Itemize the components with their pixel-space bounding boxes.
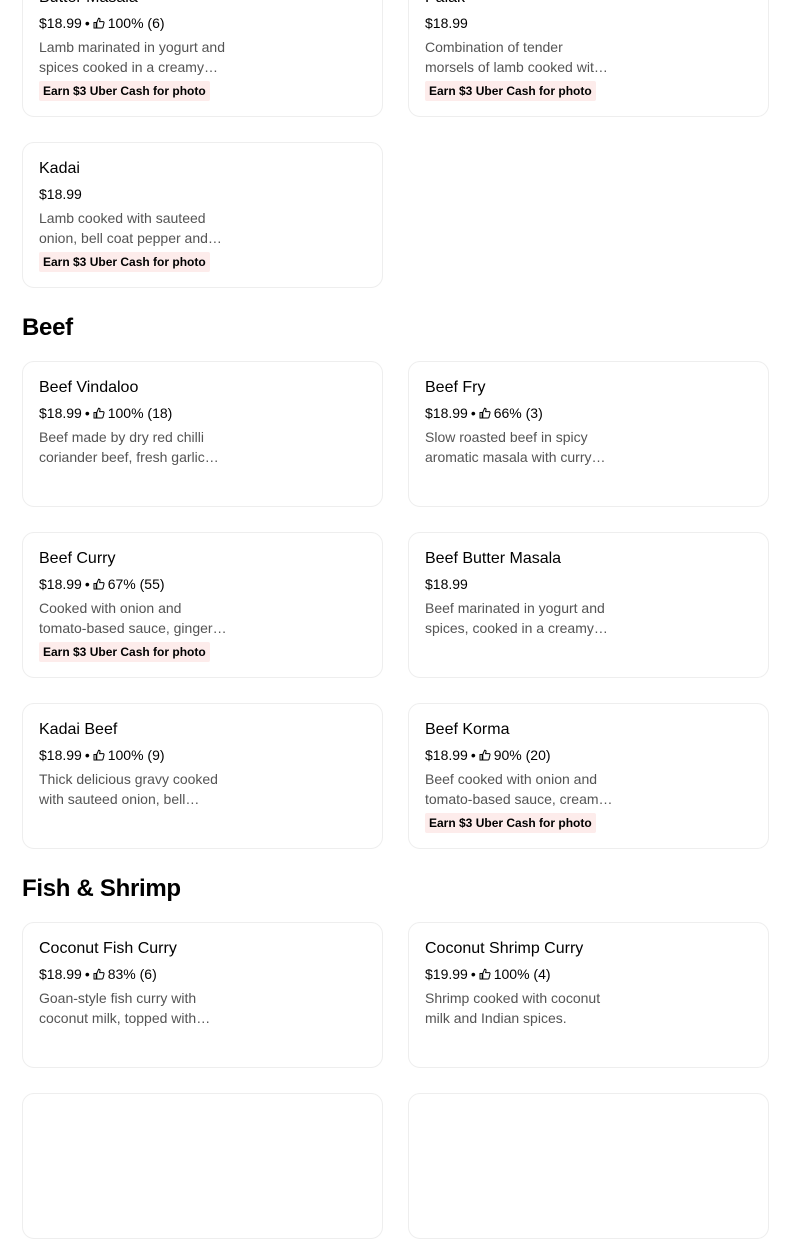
uber-cash-promo-badge: Earn $3 Uber Cash for photo bbox=[425, 813, 596, 833]
item-price: $18.99 bbox=[39, 405, 82, 421]
item-meta: $18.99 • 66% (3) bbox=[425, 404, 543, 422]
item-rating: 67% (55) bbox=[107, 576, 165, 592]
thumbs-up-icon bbox=[93, 578, 105, 590]
item-description: Beef cooked with onion and tomato-based … bbox=[425, 771, 599, 807]
thumbs-up-icon bbox=[93, 749, 105, 761]
item-meta: $18.99 • 90% (20) bbox=[425, 746, 551, 764]
section-title-beef: Beef bbox=[22, 314, 73, 341]
item-rating: 100% (4) bbox=[493, 966, 551, 982]
thumbs-up-icon bbox=[479, 968, 491, 980]
item-description: Combination of tender morsels of lamb co… bbox=[425, 39, 602, 75]
item-rating: 100% (9) bbox=[107, 747, 165, 763]
item-name: Kadai Beef bbox=[39, 721, 118, 738]
menu-item-card[interactable]: Beef Curry $18.99 • 67% (55) Cooked with… bbox=[22, 532, 383, 678]
item-description: Slow roasted beef in spicy aromatic masa… bbox=[425, 429, 592, 465]
item-meta: $18.99 • 83% (6) bbox=[39, 965, 157, 983]
item-meta: $18.99 bbox=[39, 185, 82, 203]
item-name: Beef Korma bbox=[425, 721, 510, 738]
item-price: $18.99 bbox=[425, 15, 468, 31]
separator-dot: • bbox=[84, 747, 90, 763]
item-rating: 83% (6) bbox=[107, 966, 157, 982]
item-name: Beef Butter Masala bbox=[425, 550, 562, 567]
item-description: Goan-style fish curry with coconut milk,… bbox=[39, 990, 197, 1026]
item-meta: $18.99 bbox=[425, 575, 468, 593]
item-description: Thick delicious gravy cooked with sautee… bbox=[39, 771, 218, 807]
item-name: Beef Vindaloo bbox=[39, 379, 139, 396]
item-description: Beef made by dry red chilli coriander be… bbox=[39, 429, 205, 465]
item-price: $18.99 bbox=[425, 747, 468, 763]
item-name: Kadai bbox=[39, 160, 80, 177]
item-name: Coconut Shrimp Curry bbox=[425, 940, 584, 957]
item-price: $18.99 bbox=[39, 186, 82, 202]
thumbs-up-icon bbox=[479, 749, 491, 761]
separator-dot: • bbox=[84, 405, 90, 421]
item-rating: 100% (6) bbox=[107, 15, 165, 31]
menu-item-card[interactable]: Coconut Shrimp Curry $19.99 • 100% (4) S… bbox=[408, 922, 769, 1068]
thumbs-up-icon bbox=[93, 17, 105, 29]
item-price: $18.99 bbox=[39, 747, 82, 763]
item-description: Beef marinated in yogurt and spices, coo… bbox=[425, 600, 605, 636]
section-title-fish-shrimp: Fish & Shrimp bbox=[22, 875, 181, 902]
thumbs-up-icon bbox=[93, 407, 105, 419]
thumbs-up-icon bbox=[479, 407, 491, 419]
item-meta: $18.99 • 67% (55) bbox=[39, 575, 165, 593]
menu-item-card[interactable]: Palak $18.99 Combination of tender morse… bbox=[408, 0, 769, 117]
menu-item-card[interactable]: Beef Fry $18.99 • 66% (3) Slow roasted b… bbox=[408, 361, 769, 507]
item-rating: 100% (18) bbox=[107, 405, 173, 421]
item-meta: $18.99 • 100% (18) bbox=[39, 404, 172, 422]
menu-item-card[interactable] bbox=[22, 1093, 383, 1239]
uber-cash-promo-badge: Earn $3 Uber Cash for photo bbox=[39, 252, 210, 272]
separator-dot: • bbox=[470, 747, 476, 763]
menu-item-card[interactable]: Butter Masala $18.99 • 100% (6) Lamb mar… bbox=[22, 0, 383, 117]
separator-dot: • bbox=[84, 15, 90, 31]
item-description: Cooked with onion and tomato-based sauce… bbox=[39, 600, 213, 636]
menu-item-card[interactable]: Beef Butter Masala $18.99 Beef marinated… bbox=[408, 532, 769, 678]
item-price: $19.99 bbox=[425, 966, 468, 982]
item-meta: $19.99 • 100% (4) bbox=[425, 965, 551, 983]
item-name: Palak bbox=[425, 0, 465, 8]
item-price: $18.99 bbox=[39, 966, 82, 982]
menu-item-card[interactable]: Beef Vindaloo $18.99 • 100% (18) Beef ma… bbox=[22, 361, 383, 507]
uber-cash-promo-badge: Earn $3 Uber Cash for photo bbox=[425, 81, 596, 101]
item-name: Butter Masala bbox=[39, 0, 138, 8]
item-name: Beef Curry bbox=[39, 550, 116, 567]
item-name: Coconut Fish Curry bbox=[39, 940, 177, 957]
uber-cash-promo-badge: Earn $3 Uber Cash for photo bbox=[39, 642, 210, 662]
separator-dot: • bbox=[470, 966, 476, 982]
menu-item-card[interactable]: Kadai $18.99 Lamb cooked with sauteed on… bbox=[22, 142, 383, 288]
separator-dot: • bbox=[470, 405, 476, 421]
item-rating: 66% (3) bbox=[493, 405, 543, 421]
thumbs-up-icon bbox=[93, 968, 105, 980]
item-name: Beef Fry bbox=[425, 379, 486, 396]
item-description: Lamb cooked with sauteed onion, bell coa… bbox=[39, 210, 208, 246]
menu-item-card[interactable]: Coconut Fish Curry $18.99 • 83% (6) Goan… bbox=[22, 922, 383, 1068]
item-price: $18.99 bbox=[39, 15, 82, 31]
item-rating: 90% (20) bbox=[493, 747, 551, 763]
item-price: $18.99 bbox=[39, 576, 82, 592]
item-meta: $18.99 • 100% (6) bbox=[39, 14, 165, 32]
item-price: $18.99 bbox=[425, 576, 468, 592]
separator-dot: • bbox=[84, 576, 90, 592]
item-meta: $18.99 bbox=[425, 14, 468, 32]
item-description: Lamb marinated in yogurt and spices cook… bbox=[39, 39, 225, 75]
item-description: Shrimp cooked with coconut milk and Indi… bbox=[425, 990, 601, 1026]
menu-item-card[interactable] bbox=[408, 1093, 769, 1239]
separator-dot: • bbox=[84, 966, 90, 982]
menu-item-card[interactable]: Beef Korma $18.99 • 90% (20) Beef cooked… bbox=[408, 703, 769, 849]
item-meta: $18.99 • 100% (9) bbox=[39, 746, 165, 764]
item-price: $18.99 bbox=[425, 405, 468, 421]
menu-item-card[interactable]: Kadai Beef $18.99 • 100% (9) Thick delic… bbox=[22, 703, 383, 849]
uber-cash-promo-badge: Earn $3 Uber Cash for photo bbox=[39, 81, 210, 101]
